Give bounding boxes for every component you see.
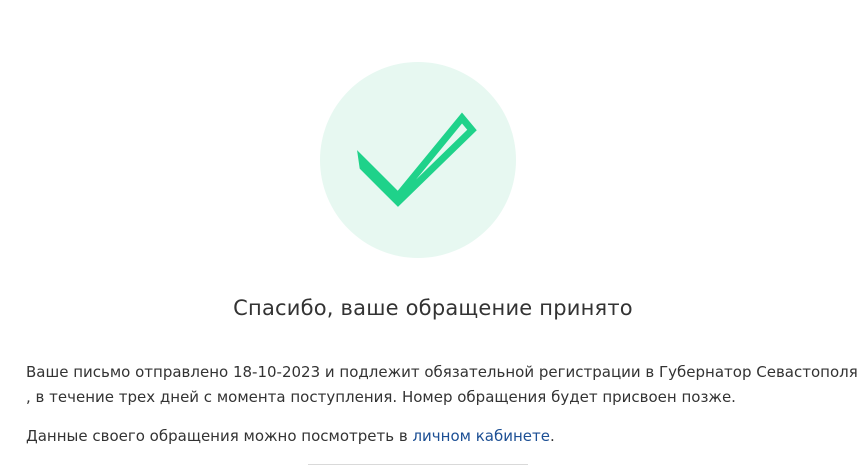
message-line-2: , в течение трех дней с момента поступле… (26, 388, 736, 406)
confirmation-message: Ваше письмо отправлено 18-10-2023 и подл… (26, 360, 858, 410)
success-circle (320, 62, 516, 258)
cabinet-note-text: Данные своего обращения можно посмотреть… (26, 427, 413, 445)
personal-cabinet-link[interactable]: личном кабинете (412, 427, 550, 445)
checkmark-icon (357, 112, 477, 207)
cabinet-note-suffix: . (550, 427, 555, 445)
divider (308, 464, 528, 465)
message-line-1: Ваше письмо отправлено 18-10-2023 и подл… (26, 363, 858, 381)
cabinet-note: Данные своего обращения можно посмотреть… (26, 424, 555, 449)
page-title: Спасибо, ваше обращение принято (233, 296, 633, 320)
